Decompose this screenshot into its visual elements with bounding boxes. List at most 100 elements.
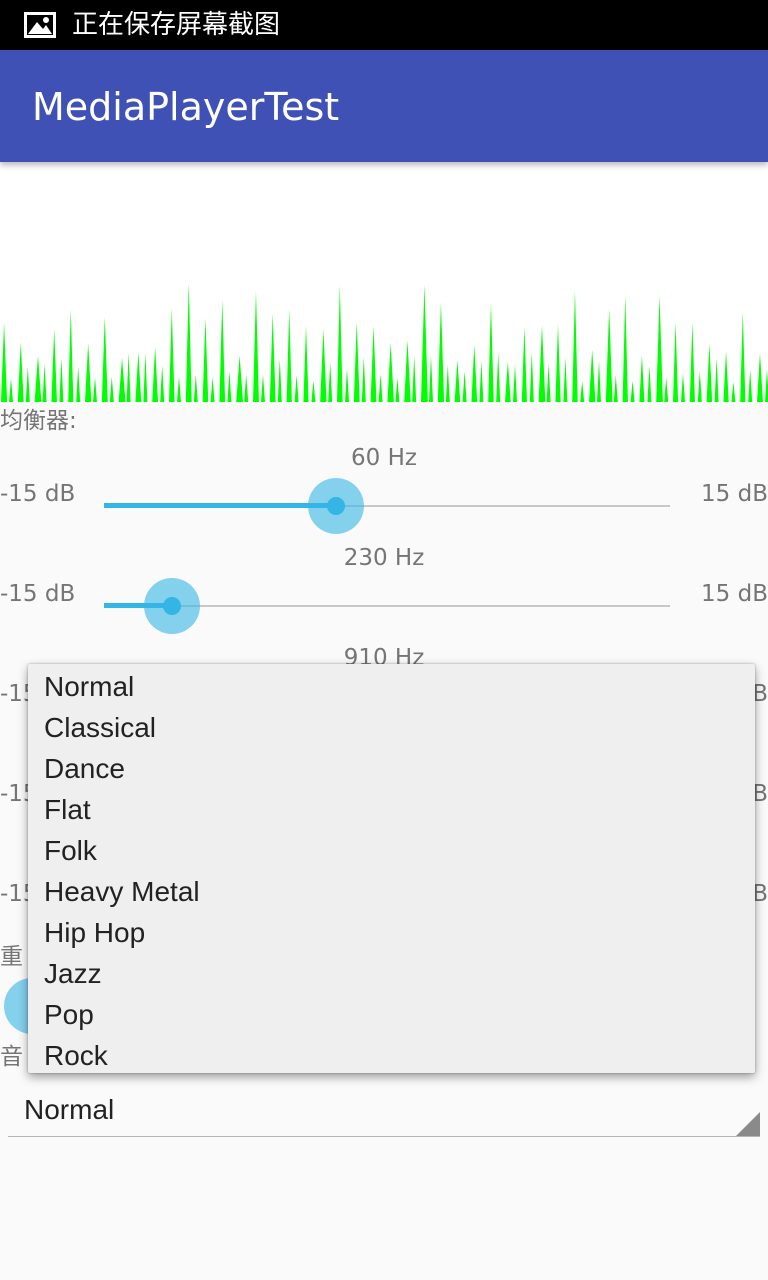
visualizer-spike — [294, 375, 299, 402]
visualizer-spike — [538, 325, 546, 402]
visualizer-spike — [404, 340, 411, 402]
band-2-frequency: 230 Hz — [343, 545, 425, 571]
preset-dropdown: Normal Classical Dance Flat Folk Heavy M… — [28, 664, 755, 1073]
visualizer-spike — [169, 308, 175, 402]
preset-option-pop[interactable]: Pop — [28, 994, 755, 1035]
visualizer-spike — [370, 325, 377, 402]
preset-list: Normal Classical Dance Flat Folk Heavy M… — [28, 664, 755, 1076]
band-1-min-label: -15 dB — [0, 481, 76, 507]
band-2-min-label: -15 dB — [0, 581, 76, 607]
visualizer-spike — [253, 291, 259, 402]
visualizer-spike — [126, 352, 131, 402]
visualizer-spike — [563, 358, 568, 402]
visualizer-spike — [34, 355, 42, 402]
visualizer-spike — [613, 375, 618, 402]
visualizer-spike — [697, 371, 702, 402]
slider-thumb[interactable] — [327, 497, 346, 515]
visualizer-spike — [437, 302, 445, 402]
band-2-max-label: 15 dB — [701, 581, 768, 607]
visualizer-spike — [152, 346, 159, 402]
preset-option-jazz[interactable]: Jazz — [28, 953, 755, 994]
visualizer-spike — [572, 290, 578, 402]
status-text: 正在保存屏幕截图 — [72, 10, 281, 40]
visualizer-spike — [17, 342, 24, 402]
preset-option-folk[interactable]: Folk — [28, 830, 755, 871]
visualizer-spike — [681, 373, 685, 402]
visualizer-spike — [412, 356, 417, 402]
visualizer-spike — [462, 371, 467, 402]
visualizer-spike — [109, 376, 114, 402]
visualizer-spike — [546, 364, 551, 402]
preset-option-heavy-metal[interactable]: Heavy Metal — [28, 871, 755, 912]
visualizer-spike — [337, 285, 343, 402]
app-title: MediaPlayerTest — [32, 85, 340, 129]
preset-option-rock[interactable]: Rock — [28, 1035, 755, 1076]
visualizer-spike — [1, 322, 8, 402]
visualizer-spike — [244, 374, 249, 402]
visualizer-spike — [706, 343, 713, 402]
visualizer-spike — [496, 353, 501, 402]
image-icon — [24, 12, 56, 38]
visualizer-spike — [93, 377, 97, 402]
visualizer-spike — [589, 349, 596, 402]
visualizer-spike — [378, 374, 383, 402]
slider-fill — [104, 503, 337, 508]
status-bar: 正在保存屏幕截图 — [0, 0, 768, 50]
visualizer-waveform — [1, 283, 768, 402]
visualizer-spike — [723, 351, 729, 402]
app-bar: MediaPlayerTest — [0, 50, 768, 162]
preset-option-classical[interactable]: Classical — [28, 707, 755, 748]
visualizer-spike — [219, 300, 226, 402]
visualizer-spike — [689, 322, 695, 402]
visualizer-spike — [488, 303, 494, 402]
visualizer-spike — [118, 357, 126, 402]
visualizer-spike — [714, 358, 719, 402]
visualizer-spike — [647, 365, 652, 402]
visualizer-spike — [160, 365, 165, 402]
visualizer-spike — [185, 283, 192, 402]
equalizer-label: 均衡器: — [0, 408, 77, 434]
sound-label: 音 — [0, 1044, 23, 1070]
visualizer-spike — [25, 366, 30, 402]
visualizer-spike — [513, 364, 517, 402]
visualizer-spike — [622, 295, 628, 402]
visualizer-spike — [387, 343, 394, 402]
visualizer-spike — [740, 312, 746, 402]
visualizer-spike — [68, 309, 74, 402]
visualizer-spike — [471, 344, 478, 402]
band-1-frequency: 60 Hz — [351, 445, 417, 471]
preset-spinner-value: Normal — [24, 1094, 115, 1125]
visualizer-spike — [454, 360, 461, 402]
visualizer-spike — [101, 317, 108, 402]
visualizer-spike — [748, 369, 753, 402]
visualizer-spike — [261, 374, 265, 402]
visualizer-spike — [361, 356, 366, 402]
visualizer-spike — [85, 343, 92, 402]
visualizer-spike — [580, 381, 585, 402]
visualizer-spike — [555, 324, 561, 402]
preset-spinner[interactable]: Normal — [8, 1086, 760, 1137]
visualizer-spike — [59, 358, 64, 402]
preset-option-normal[interactable]: Normal — [28, 666, 755, 707]
preset-option-flat[interactable]: Flat — [28, 789, 755, 830]
slider-thumb[interactable] — [162, 597, 181, 615]
band-2-slider[interactable] — [104, 576, 670, 636]
band-1-slider[interactable] — [104, 476, 670, 536]
visualizer-spike — [277, 359, 282, 402]
visualizer-spike — [143, 353, 148, 402]
visualizer-spike — [193, 375, 198, 402]
visualizer-spike — [445, 365, 450, 402]
visualizer-spike — [328, 362, 333, 402]
visualizer-spike — [135, 352, 142, 402]
visualizer-spike — [521, 326, 527, 402]
visualizer-spike — [395, 378, 400, 402]
visualizer-spike — [286, 309, 292, 402]
visualizer-spike — [227, 371, 232, 402]
preset-option-hip-hop[interactable]: Hip Hop — [28, 912, 755, 953]
preset-option-dance[interactable]: Dance — [28, 748, 755, 789]
visualizer-spike — [421, 284, 428, 402]
visualizer-spike — [479, 361, 484, 402]
visualizer-spike — [202, 318, 209, 402]
bass-boost-label: 重 — [0, 944, 23, 970]
visualizer-spike — [529, 352, 534, 402]
